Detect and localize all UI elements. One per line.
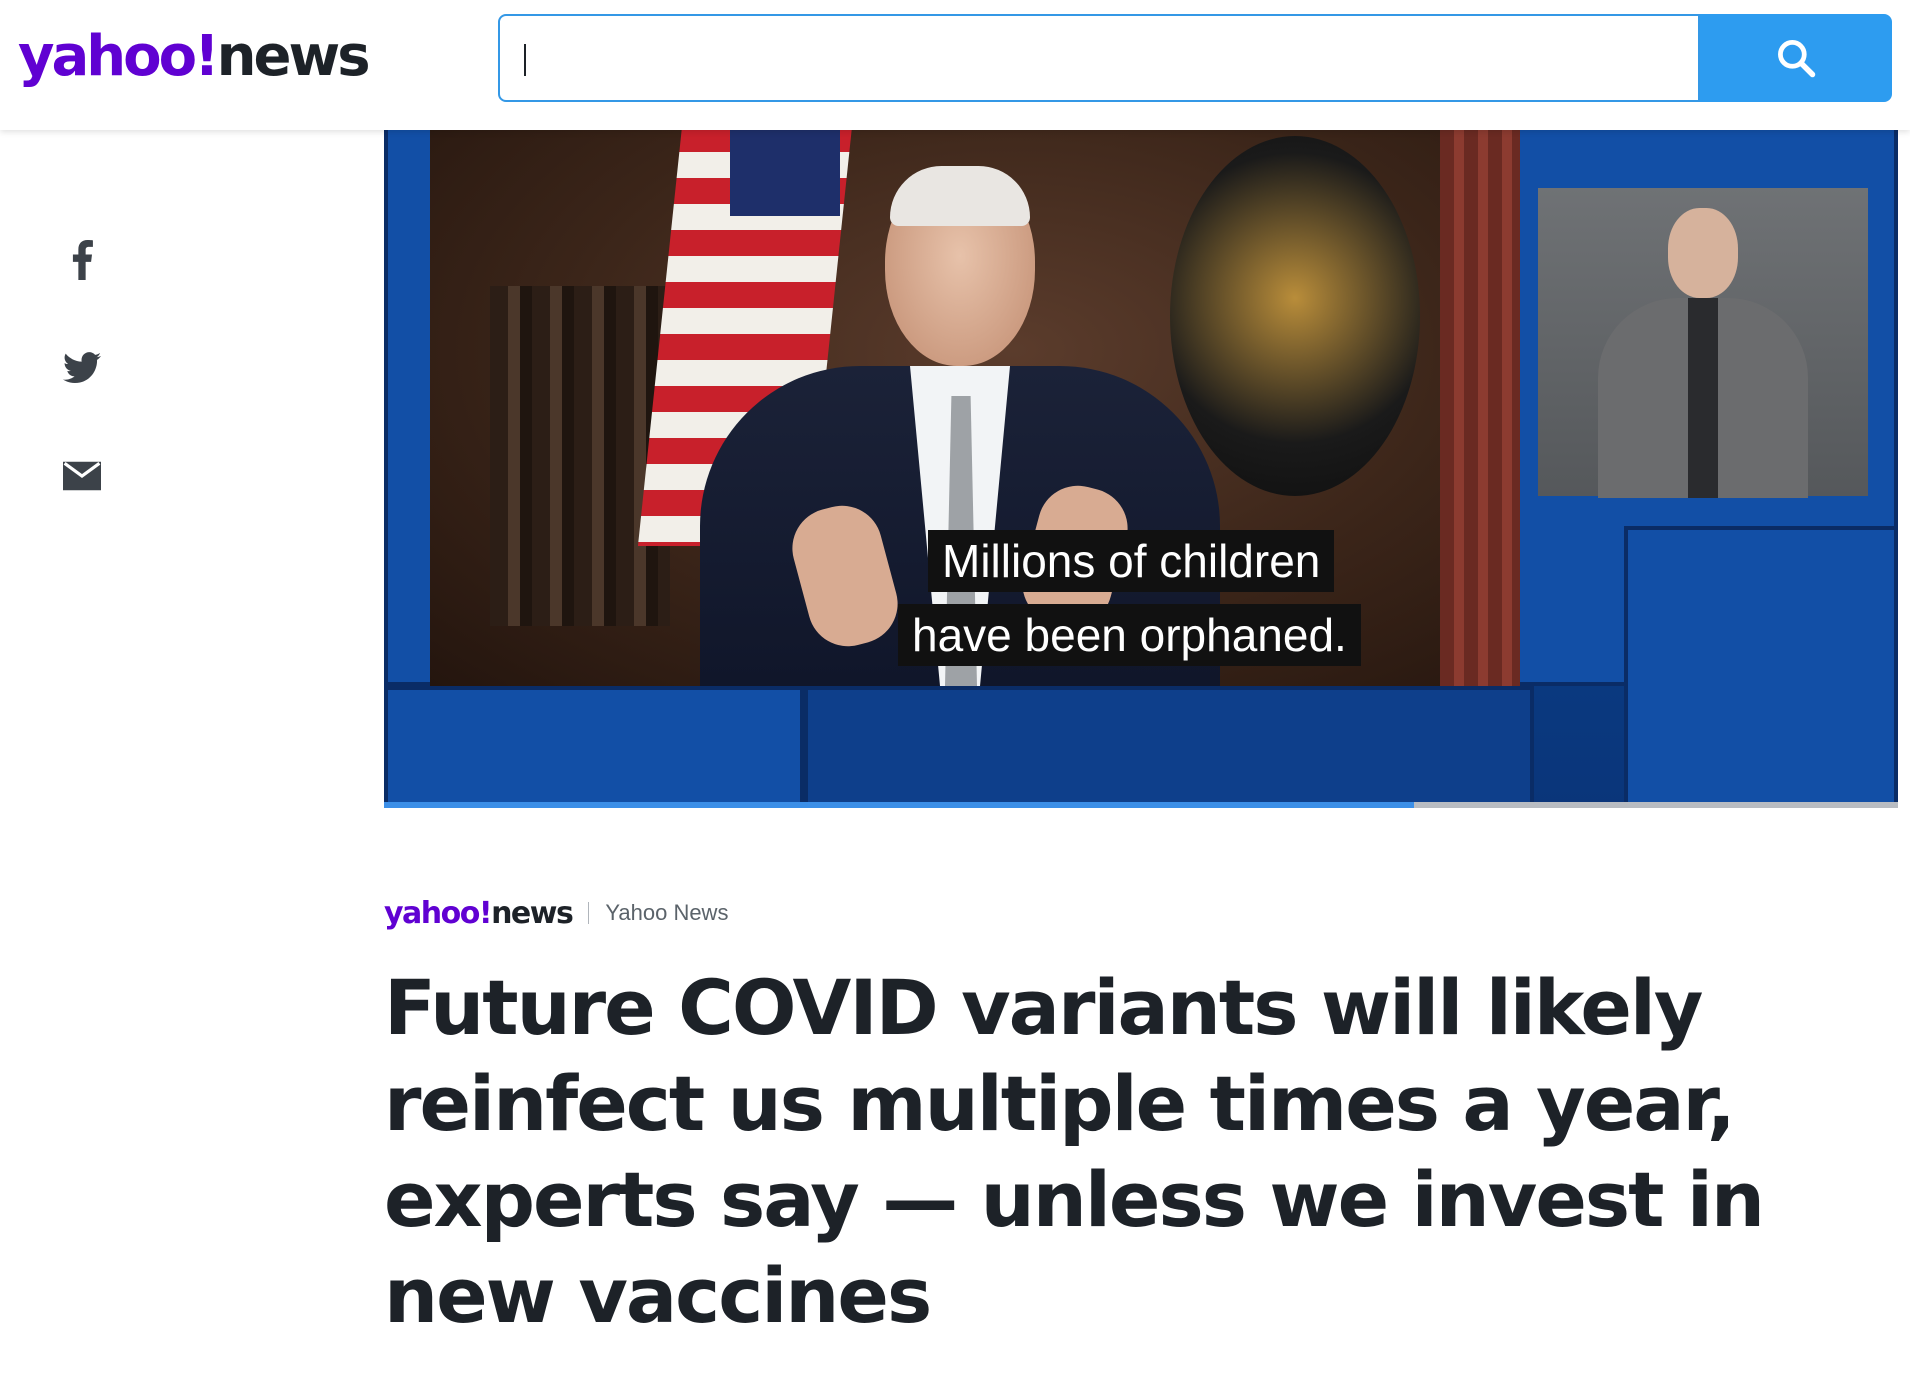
share-twitter-button[interactable] bbox=[58, 344, 106, 392]
search-input[interactable] bbox=[500, 16, 1698, 100]
video-caption-line: have been orphaned. bbox=[898, 604, 1361, 666]
curtain bbox=[1440, 126, 1520, 686]
logo-product: news bbox=[216, 24, 371, 89]
search-button[interactable] bbox=[1700, 14, 1892, 102]
bookshelf bbox=[490, 286, 670, 626]
background-panel bbox=[384, 686, 804, 808]
site-header: yahoo!news bbox=[0, 0, 1910, 130]
video-player[interactable]: Millions of children have been orphaned. bbox=[384, 126, 1898, 808]
share-facebook-button[interactable] bbox=[58, 236, 106, 284]
article-headline: Future COVID variants will likely reinfe… bbox=[384, 963, 1765, 1340]
video-caption-line: Millions of children bbox=[928, 530, 1335, 592]
provider-name: Yahoo News bbox=[605, 900, 729, 925]
logo-brand: yahoo! bbox=[18, 24, 220, 89]
provider-logo-product: news bbox=[491, 895, 574, 931]
provider-logo[interactable]: yahoo!news bbox=[384, 895, 574, 931]
background-panel bbox=[804, 686, 1534, 808]
facebook-icon bbox=[72, 240, 93, 280]
share-email-button[interactable] bbox=[58, 452, 106, 500]
sign-language-interpreter bbox=[1538, 188, 1868, 498]
interpreter-tie bbox=[1688, 298, 1718, 498]
text-caret bbox=[524, 44, 526, 76]
search-box bbox=[498, 14, 1700, 102]
search-icon bbox=[1778, 40, 1816, 78]
video-scene bbox=[430, 126, 1520, 686]
interpreter-head bbox=[1668, 208, 1738, 298]
provider-logo-brand: yahoo! bbox=[384, 895, 493, 931]
speaker-hair bbox=[890, 166, 1030, 226]
video-progress-fill bbox=[384, 802, 1414, 808]
byline-divider bbox=[588, 902, 590, 924]
yahoo-news-logo[interactable]: yahoo!news bbox=[18, 22, 371, 92]
email-icon bbox=[63, 461, 101, 491]
article-byline: yahoo!news Yahoo News bbox=[384, 890, 728, 936]
background-panel bbox=[1624, 526, 1898, 808]
background-panel bbox=[384, 126, 434, 686]
twitter-icon bbox=[63, 352, 101, 384]
